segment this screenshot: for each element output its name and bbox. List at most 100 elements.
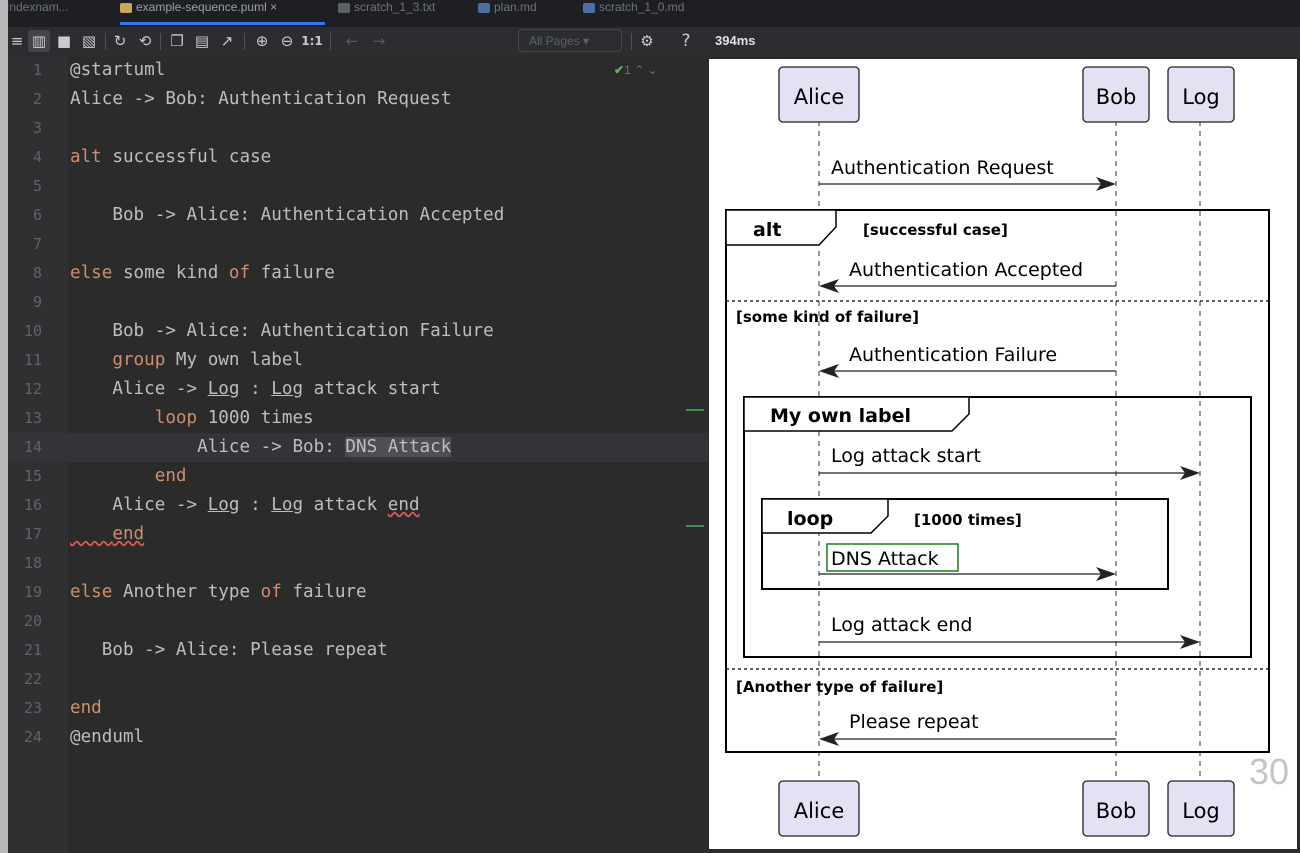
else-condition: [Another type of failure]: [736, 678, 943, 696]
zoom-in-icon[interactable]: ⊕: [251, 30, 273, 52]
message-label: Authentication Failure: [849, 344, 1057, 366]
alt-keyword: alt: [753, 219, 781, 241]
tab-scratch-txt[interactable]: scratch_1_3.txt: [338, 0, 458, 22]
line-number: 18: [23, 554, 42, 572]
code-line[interactable]: 9: [8, 288, 708, 317]
code-line[interactable]: 5: [8, 172, 708, 201]
line-number: 16: [23, 496, 42, 514]
help-button[interactable]: ?: [675, 30, 697, 52]
page-number: 30: [1249, 751, 1290, 792]
line-number: 19: [23, 583, 42, 601]
code-line[interactable]: 12 Alice -> Log : Log attack start: [8, 375, 708, 404]
code-text: alt successful case: [70, 147, 272, 167]
participant-log-label: Log: [1182, 799, 1220, 823]
code-line[interactable]: 20: [8, 607, 708, 636]
code-line[interactable]: 15 end: [8, 462, 708, 491]
change-marker: [686, 409, 704, 411]
code-text: Alice -> Bob: Authentication Request: [70, 89, 452, 109]
next-page-icon[interactable]: →: [368, 30, 390, 52]
settings-icon[interactable]: ⚙: [636, 30, 658, 52]
alt-fragment: [725, 209, 1270, 753]
editor-only-icon[interactable]: ≡: [6, 30, 28, 52]
text-file-icon: [338, 2, 350, 13]
prev-highlight-icon: ⌃: [634, 63, 645, 77]
line-number: 1: [32, 61, 42, 79]
code-line[interactable]: 18: [8, 549, 708, 578]
zoom-reset-button[interactable]: 1:1: [301, 30, 323, 52]
message-label: Log attack start: [831, 445, 981, 467]
auto-refresh-icon[interactable]: ⟲: [134, 30, 156, 52]
code-line[interactable]: 19 else Another type of failure: [8, 578, 708, 607]
diagram-preview: Alice Bob Log Authentication Request alt…: [709, 59, 1297, 849]
participant-bob-label: Bob: [1096, 85, 1137, 109]
code-line[interactable]: 1 @startuml: [8, 56, 708, 85]
code-line[interactable]: 10 Bob -> Alice: Authentication Failure: [8, 317, 708, 346]
message-label: Log attack end: [831, 614, 972, 636]
code-line[interactable]: 22: [8, 665, 708, 694]
render-time: 394ms: [715, 33, 756, 48]
code-text: @enduml: [70, 727, 145, 747]
preview-only-icon[interactable]: ■: [53, 30, 75, 52]
puml-file-icon: [120, 2, 132, 13]
line-number: 3: [32, 119, 42, 137]
line-number: 20: [23, 612, 42, 630]
code-line[interactable]: 6 Bob -> Alice: Authentication Accepted: [8, 201, 708, 230]
code-text: Alice -> Log : Log attack end: [70, 495, 420, 515]
code-text: Alice -> Bob: DNS Attack: [70, 437, 452, 457]
code-line[interactable]: 24 @enduml: [8, 723, 708, 752]
code-line[interactable]: 11 group My own label: [8, 346, 708, 375]
code-line[interactable]: 8 else some kind of failure: [8, 259, 708, 288]
line-number: 10: [23, 322, 42, 340]
line-number: 6: [32, 206, 42, 224]
else-condition: [some kind of failure]: [736, 308, 919, 326]
next-highlight-icon: ⌄: [647, 63, 658, 77]
code-line[interactable]: 2 Alice -> Bob: Authentication Request: [8, 85, 708, 114]
participant-log-label: Log: [1182, 85, 1220, 109]
message-label: Please repeat: [849, 711, 979, 733]
check-icon: ✔: [614, 63, 625, 77]
editor-tab-bar: Indexnam... example-sequence.puml × scra…: [8, 0, 1300, 27]
alt-condition: [successful case]: [863, 221, 1008, 239]
code-line[interactable]: 17 end: [8, 520, 708, 549]
code-text: Bob -> Alice: Authentication Failure: [70, 321, 494, 341]
line-number: 24: [23, 728, 42, 746]
open-external-icon[interactable]: ↗: [216, 30, 238, 52]
image-icon[interactable]: ▧: [78, 30, 100, 52]
line-number: 11: [23, 351, 42, 369]
left-tool-strip: [0, 0, 8, 853]
split-view-icon[interactable]: ▥: [28, 30, 50, 52]
loop-condition: [1000 times]: [914, 511, 1022, 529]
prev-page-icon[interactable]: ←: [341, 30, 363, 52]
reload-icon[interactable]: ↻: [109, 30, 131, 52]
tab-example-sequence[interactable]: example-sequence.puml ×: [120, 0, 325, 25]
zoom-out-icon[interactable]: ⊖: [276, 30, 298, 52]
code-text: else Another type of failure: [70, 582, 367, 602]
loop-keyword: loop: [787, 508, 833, 530]
chevron-down-icon: ▾: [583, 34, 590, 48]
code-text: else some kind of failure: [70, 263, 335, 283]
code-line[interactable]: 4 alt successful case: [8, 143, 708, 172]
line-number: 17: [23, 525, 42, 543]
save-icon[interactable]: ▤: [191, 30, 213, 52]
line-number: 22: [23, 670, 42, 688]
tab-plan-md[interactable]: plan.md: [478, 0, 568, 22]
tab-scratch-md[interactable]: scratch_1_0.md: [583, 0, 713, 22]
copy-icon[interactable]: ❐: [166, 30, 188, 52]
inspection-widget[interactable]: ✔1 ⌃ ⌄: [614, 63, 658, 77]
line-number: 5: [32, 177, 42, 195]
line-number: 13: [23, 409, 42, 427]
code-line[interactable]: 13 loop 1000 times: [8, 404, 708, 433]
code-line[interactable]: 3: [8, 114, 708, 143]
code-text: end: [70, 698, 102, 718]
code-line[interactable]: 14 Alice -> Bob: DNS Attack: [8, 433, 708, 462]
change-marker: [686, 525, 704, 527]
page-selector[interactable]: All Pages ▾: [518, 29, 622, 52]
tab-index[interactable]: Indexnam...: [8, 0, 114, 22]
code-line[interactable]: 23 end: [8, 694, 708, 723]
code-line[interactable]: 7: [8, 230, 708, 259]
participant-bob-label: Bob: [1096, 799, 1137, 823]
message-label: Authentication Accepted: [849, 259, 1083, 281]
code-line[interactable]: 21 Bob -> Alice: Please repeat: [8, 636, 708, 665]
code-editor[interactable]: 1 @startuml 2 Alice -> Bob: Authentication …: [8, 56, 708, 853]
code-line[interactable]: 16 Alice -> Log : Log attack end: [8, 491, 708, 520]
